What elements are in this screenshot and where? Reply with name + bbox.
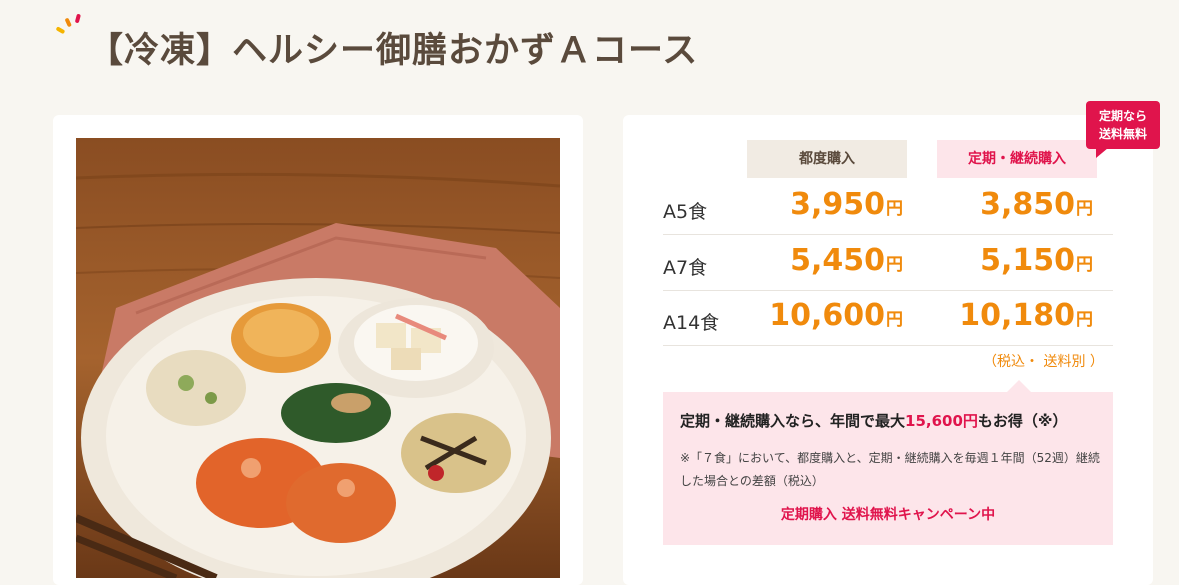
price-value: 10,180 [959, 298, 1075, 333]
product-image-card [53, 115, 583, 585]
plan-label: A5食 [663, 201, 708, 223]
yen-unit: 円 [886, 255, 903, 275]
subscription-price: 10,180円 [959, 298, 1093, 333]
savings-footnote: ※「７食」において、都度購入と、定期・継続購入を毎週１年間（52週）継続した場合… [680, 451, 1100, 488]
price-value: 3,850 [980, 187, 1075, 222]
yen-unit: 円 [886, 199, 903, 219]
product-photo [76, 138, 560, 578]
price-value: 5,150 [980, 243, 1075, 278]
pricing-card: 都度購入 定期・継続購入 定期なら 送料無料 A5食 3,950円 3,850円… [623, 101, 1160, 585]
price-row: A7食 5,450円 5,150円 [663, 235, 1113, 291]
savings-info-box: 定期・継続購入なら、年間で最大15,600円もお得（※） ※「７食」において、都… [663, 380, 1113, 545]
plan-label: A14食 [663, 312, 720, 334]
free-shipping-badge: 定期なら 送料無料 [1086, 101, 1160, 158]
savings-text-after: もお得（※） [977, 412, 1068, 430]
savings-text-before: 定期・継続購入なら、年間で最大 [680, 412, 906, 430]
normal-price: 10,600円 [769, 298, 903, 333]
price-row: A5食 3,950円 3,850円 [663, 179, 1113, 235]
yen-unit: 円 [1076, 199, 1093, 219]
yen-unit: 円 [886, 310, 903, 330]
title-decoration-icon [56, 14, 81, 34]
price-value: 5,450 [790, 243, 885, 278]
price-value: 3,950 [790, 187, 885, 222]
page-title: 【冷凍】ヘルシー御膳おかずＡコース [88, 31, 699, 71]
tax-note: （税込・ 送料別 ） [983, 354, 1104, 370]
normal-price: 3,950円 [790, 187, 903, 222]
column-header-normal-purchase: 都度購入 [747, 140, 907, 178]
plan-label: A7食 [663, 257, 708, 279]
column-header-subscription: 定期・継続購入 [937, 140, 1097, 178]
subscription-price: 5,150円 [980, 243, 1093, 278]
savings-amount: 15,600円 [905, 412, 978, 430]
yen-unit: 円 [1076, 255, 1093, 275]
badge-line-2: 送料無料 [1098, 127, 1147, 141]
yen-unit: 円 [1076, 310, 1093, 330]
badge-line-1: 定期なら [1098, 109, 1147, 123]
price-value: 10,600 [769, 298, 885, 333]
campaign-notice: 定期購入 送料無料キャンペーン中 [780, 507, 996, 523]
normal-price: 5,450円 [790, 243, 903, 278]
savings-headline: 定期・継続購入なら、年間で最大15,600円もお得（※） [680, 410, 1068, 431]
subscription-price: 3,850円 [980, 187, 1093, 222]
price-row: A14食 10,600円 10,180円 [663, 290, 1113, 346]
